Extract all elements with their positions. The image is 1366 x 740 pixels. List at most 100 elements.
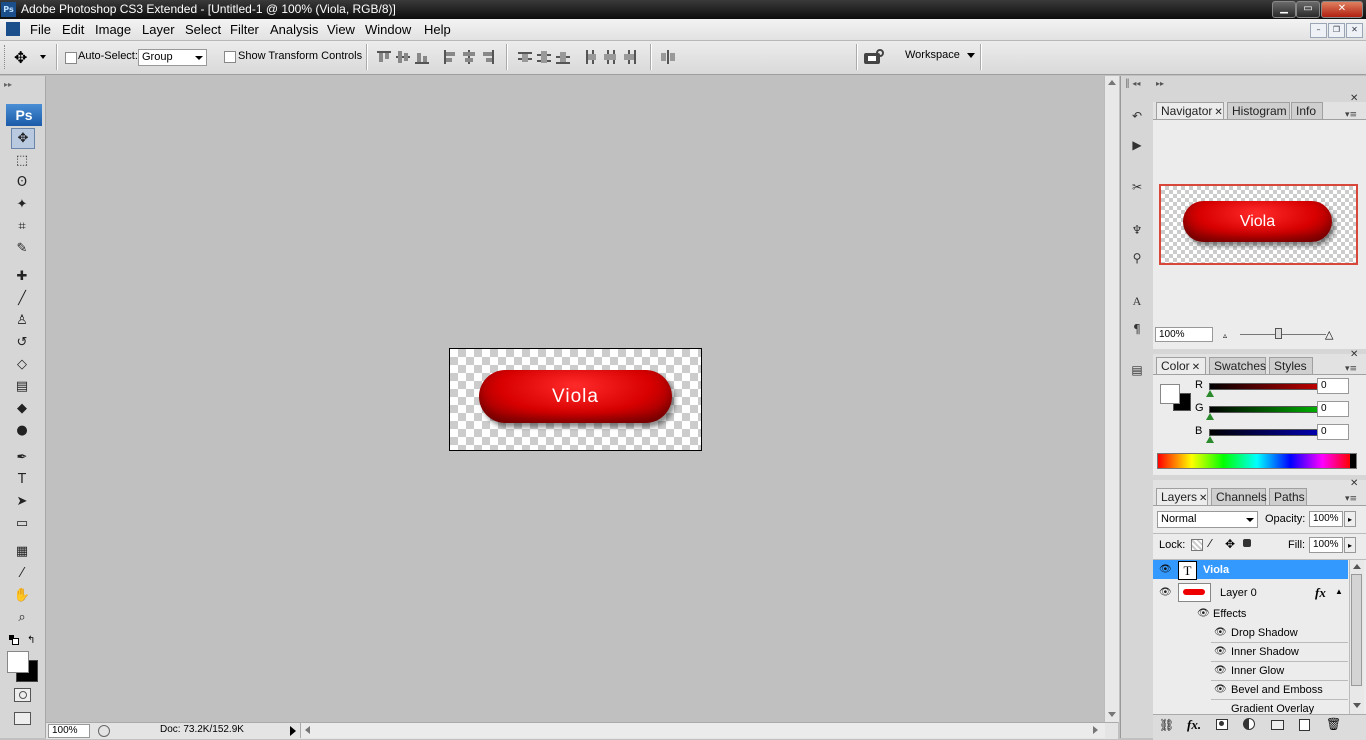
menu-edit[interactable]: Edit [62,22,84,37]
default-colors-icon[interactable] [9,635,19,645]
menu-layer[interactable]: Layer [142,22,175,37]
close-icon[interactable]: ✕ [1214,107,1222,118]
minimize-button[interactable]: ▁ [1272,1,1296,18]
document-icon[interactable] [6,22,20,36]
tool-preset-dropdown-arrow[interactable] [40,55,46,59]
lock-all-icon[interactable] [1243,539,1251,547]
distribute-horizontal-centers-icon[interactable] [603,50,617,64]
channel-value-b[interactable]: 0 [1317,424,1349,440]
effect-row[interactable]: 👁 Inner Glow [1153,662,1348,681]
effect-row[interactable]: 👁 Inner Shadow [1153,643,1348,662]
panel-menu-icon[interactable]: ▾≡ [1345,364,1357,374]
dodge-tool[interactable]: ● [11,421,33,440]
auto-select-dropdown[interactable]: Group [138,49,207,66]
new-adjustment-layer-icon[interactable] [1243,718,1255,730]
add-layer-style-icon[interactable]: fx. [1187,717,1201,733]
opacity-slider-arrow[interactable]: ▸ [1344,511,1356,527]
status-info-icon[interactable] [98,725,110,737]
distribute-top-edges-icon[interactable] [518,50,532,64]
distribute-right-edges-icon[interactable] [622,50,636,64]
shape-tool[interactable]: ▭ [11,514,33,533]
lock-position-icon[interactable]: ✥ [1225,537,1235,551]
align-horizontal-centers-icon[interactable] [462,50,476,64]
type-tool[interactable]: T [11,470,33,489]
align-bottom-edges-icon[interactable] [415,50,429,64]
actions-panel-icon[interactable]: ▶ [1127,136,1147,154]
move-tool-preset-icon[interactable]: ✥ [14,48,27,67]
effect-row[interactable]: 👁 Bevel and Emboss [1153,681,1348,700]
crop-tool[interactable]: ⌗ [11,217,33,236]
channel-value-r[interactable]: 0 [1317,378,1349,394]
dock-grip[interactable]: ║ ◂◂ [1125,79,1140,88]
collapse-effects-icon[interactable]: ▲ [1335,587,1343,596]
document-canvas[interactable]: Viola [449,348,702,451]
scroll-down-arrow[interactable] [1353,703,1361,708]
opacity-field[interactable]: 100% [1309,511,1343,527]
tab-layers[interactable]: Layers ✕ [1156,488,1208,505]
eyedropper-tool[interactable]: ⁄ [11,564,33,583]
move-tool[interactable]: ✥ [11,128,35,149]
character-panel-icon[interactable]: A [1127,292,1147,310]
menu-view[interactable]: View [327,22,355,37]
bridge-icon[interactable] [864,49,886,66]
scroll-down-arrow[interactable] [1108,712,1116,717]
zoom-level-field[interactable]: 100% [48,724,90,738]
visibility-eye-icon[interactable]: 👁 [1197,608,1210,619]
menu-help[interactable]: Help [424,22,451,37]
lock-image-pixels-icon[interactable]: ⁄ [1209,537,1211,550]
distribute-bottom-edges-icon[interactable] [556,50,570,64]
tab-histogram[interactable]: Histogram [1227,102,1290,119]
close-button[interactable]: ✕ [1321,1,1363,18]
tab-styles[interactable]: Styles [1269,357,1313,374]
magic-wand-tool[interactable]: ✦ [11,195,33,214]
visibility-eye-icon[interactable]: 👁 [1214,665,1227,676]
maximize-button[interactable]: ▭ [1296,1,1320,18]
panel-menu-icon[interactable]: ▾≡ [1345,494,1357,504]
photoshop-logo[interactable]: Ps [6,104,42,126]
tool-presets-icon[interactable]: ✂ [1127,178,1147,196]
menu-filter[interactable]: Filter [230,22,259,37]
tab-swatches[interactable]: Swatches [1209,357,1266,374]
channel-slider-g[interactable] [1209,406,1327,413]
brush-tool[interactable]: ╱ [11,289,33,308]
new-group-icon[interactable] [1271,720,1284,730]
fx-badge[interactable]: fx [1315,585,1326,601]
auto-select-checkbox[interactable] [65,52,77,64]
align-left-edges-icon[interactable] [443,50,457,64]
panels-collapse-arrows[interactable]: ▸▸ [1156,79,1164,88]
horizontal-scrollbar[interactable] [300,723,1105,738]
channel-slider-r[interactable] [1209,383,1327,390]
document-minimize-button[interactable]: – [1310,23,1327,38]
tab-paths[interactable]: Paths [1269,488,1307,505]
new-layer-icon[interactable] [1299,719,1310,731]
clone-stamp-tool[interactable]: ♙ [11,311,33,330]
menu-image[interactable]: Image [95,22,131,37]
history-panel-icon[interactable]: ↶ [1127,107,1147,125]
visibility-eye-icon[interactable]: 👁 [1159,564,1172,575]
layer-comps-icon[interactable]: ▤ [1127,361,1147,379]
tab-color[interactable]: Color ✕ [1156,357,1206,374]
align-top-edges-icon[interactable] [377,50,391,64]
paragraph-panel-icon[interactable]: ¶ [1127,320,1147,338]
add-mask-icon[interactable] [1216,719,1228,730]
link-layers-icon[interactable]: ⛓ [1159,718,1174,732]
menu-analysis[interactable]: Analysis [270,22,318,37]
options-bar-grip[interactable] [4,45,8,69]
toolbox-collapse-arrows[interactable]: ▸▸ [4,80,40,89]
hand-tool[interactable]: ✋ [11,586,33,605]
blend-mode-dropdown[interactable]: Normal [1157,511,1258,528]
tab-channels[interactable]: Channels [1211,488,1267,505]
zoom-slider-handle[interactable] [1275,328,1282,339]
marquee-tool[interactable]: ⬚ [11,151,33,170]
scroll-right-arrow[interactable] [1093,726,1098,734]
lasso-tool[interactable]: ʘ [11,173,33,192]
visibility-eye-icon[interactable]: 👁 [1214,684,1227,695]
visibility-eye-icon[interactable]: 👁 [1214,646,1227,657]
color-ramp[interactable] [1157,453,1357,469]
tab-navigator[interactable]: Navigator ✕ [1156,102,1224,119]
status-menu-arrow[interactable] [290,726,296,736]
zoom-in-icon[interactable]: △ [1325,328,1333,341]
align-vertical-centers-icon[interactable] [396,50,410,64]
menu-window[interactable]: Window [365,22,411,37]
workspace-button[interactable]: Workspace [905,49,975,61]
